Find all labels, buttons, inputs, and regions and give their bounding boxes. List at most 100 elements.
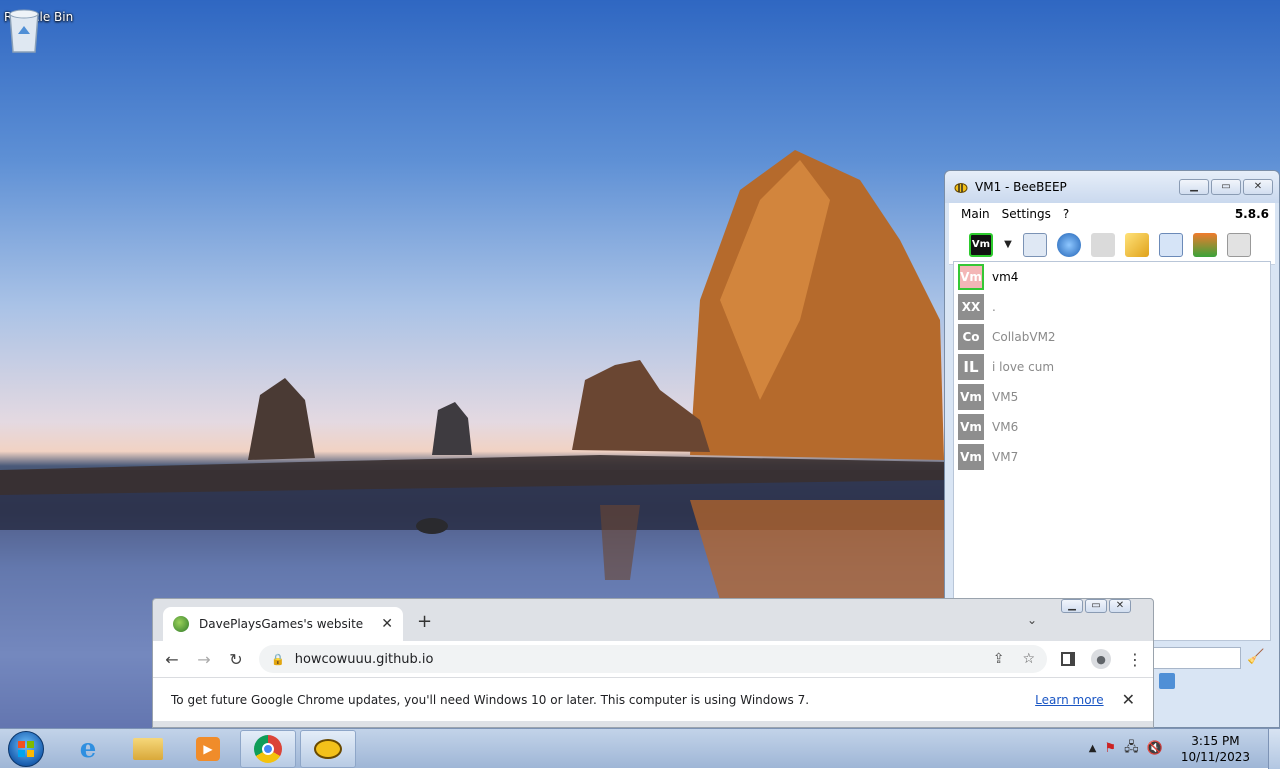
avatar: Vm xyxy=(958,384,984,410)
transfer-icon[interactable] xyxy=(1193,232,1217,257)
close-button[interactable]: ✕ xyxy=(1243,179,1273,195)
beebeep-titlebar[interactable]: VM1 - BeeBEEP ▁ ▭ ✕ xyxy=(945,171,1279,203)
maximize-button[interactable]: ▭ xyxy=(1085,599,1107,613)
avatar: XX xyxy=(958,294,984,320)
minimize-button[interactable]: ▁ xyxy=(1061,599,1083,613)
list-item[interactable]: IL i love cum xyxy=(954,352,1270,382)
avatar: Vm xyxy=(958,444,984,470)
user-name: i love cum xyxy=(992,360,1055,374)
update-infobar: To get future Google Chrome updates, you… xyxy=(153,677,1153,721)
taskbar-media-player[interactable]: ▶ xyxy=(180,730,236,768)
clock[interactable]: 3:15 PM 10/11/2023 xyxy=(1181,733,1250,765)
user-name: . xyxy=(992,300,996,314)
user-name: VM7 xyxy=(992,450,1019,464)
close-button[interactable]: ✕ xyxy=(1109,599,1131,613)
user-name: CollabVM2 xyxy=(992,330,1056,344)
share-icon[interactable]: ⇪ xyxy=(993,651,1005,667)
status-vm-icon[interactable]: Vm xyxy=(969,232,993,257)
tab-strip: DavePlaysGames's website ✕ + ⌄ ▁ ▭ ✕ xyxy=(153,599,1153,641)
address-bar[interactable]: 🔒 howcowuuu.github.io ⇪ ☆ xyxy=(259,645,1047,673)
menu-settings[interactable]: Settings xyxy=(1002,207,1051,221)
taskbar-file-explorer[interactable] xyxy=(120,730,176,768)
pencil-icon[interactable] xyxy=(1125,232,1149,257)
infobar-message: To get future Google Chrome updates, you… xyxy=(171,692,810,707)
avatar: Vm xyxy=(958,414,984,440)
profile-edit-icon[interactable] xyxy=(1023,232,1047,257)
tab-title: DavePlaysGames's website xyxy=(199,617,364,631)
volume-muted-icon[interactable]: 🔇 xyxy=(1147,741,1163,756)
globe-icon xyxy=(173,616,189,632)
bee-icon xyxy=(954,183,968,193)
user-name: vm4 xyxy=(992,270,1019,284)
close-tab-icon[interactable]: ✕ xyxy=(381,616,393,632)
more-menu-icon[interactable]: ⋮ xyxy=(1127,650,1143,669)
bee-icon xyxy=(314,738,342,759)
new-tab-button[interactable]: + xyxy=(417,611,432,632)
menu-help[interactable]: ? xyxy=(1063,207,1069,221)
show-hidden-icons-icon[interactable]: ▲ xyxy=(1089,743,1097,754)
list-item[interactable]: Co CollabVM2 xyxy=(954,322,1270,352)
list-item[interactable]: Vm vm4 xyxy=(954,262,1270,292)
toolbar: Vm ▼ xyxy=(949,225,1275,265)
learn-more-link[interactable]: Learn more xyxy=(1035,693,1103,707)
address-actions: ⇪ ☆ xyxy=(993,651,1035,667)
taskbar-internet-explorer[interactable]: e xyxy=(60,730,116,768)
list-item[interactable]: Vm VM6 xyxy=(954,412,1270,442)
user-name: VM6 xyxy=(992,420,1019,434)
send-file-icon[interactable] xyxy=(1159,673,1175,689)
chrome-icon xyxy=(254,734,282,763)
tab-search-icon[interactable]: ⌄ xyxy=(1027,613,1037,627)
action-center-flag-icon[interactable]: ⚑ xyxy=(1104,741,1116,756)
tools-icon[interactable] xyxy=(1159,232,1183,257)
menubar: Main Settings ? 5.8.6 xyxy=(949,203,1275,225)
list-item[interactable]: XX . xyxy=(954,292,1270,322)
desktop-icon-recycle-bin[interactable]: Recycle Bin xyxy=(4,6,73,53)
windows-logo-icon xyxy=(18,740,34,757)
taskbar-beebeep[interactable] xyxy=(300,729,356,768)
bookmark-star-icon[interactable]: ☆ xyxy=(1022,651,1035,667)
folder-icon xyxy=(133,737,163,760)
side-panel-icon[interactable] xyxy=(1061,652,1075,666)
browser-tab[interactable]: DavePlaysGames's website ✕ xyxy=(163,607,403,641)
maximize-button[interactable]: ▭ xyxy=(1211,179,1241,195)
home-icon[interactable] xyxy=(1091,232,1115,257)
toolbar: ← → ↻ 🔒 howcowuuu.github.io ⇪ ☆ ● ⋮ xyxy=(153,641,1153,677)
search-input[interactable] xyxy=(1153,647,1241,669)
chevron-down-icon[interactable]: ▼ xyxy=(1003,233,1013,257)
broom-icon[interactable]: 🧹 xyxy=(1247,649,1264,665)
list-item[interactable]: Vm VM5 xyxy=(954,382,1270,412)
profile-icon[interactable]: ● xyxy=(1091,649,1111,669)
browser-actions: ● ⋮ xyxy=(1061,649,1143,669)
user-name: VM5 xyxy=(992,390,1019,404)
avatar: Vm xyxy=(958,264,984,290)
taskbar-chrome[interactable] xyxy=(240,729,296,768)
url-text: howcowuuu.github.io xyxy=(294,651,434,667)
window-controls: ▁ ▭ ✕ xyxy=(1061,599,1131,613)
lock-icon: 🔒 xyxy=(271,652,285,666)
start-button[interactable] xyxy=(8,730,44,767)
version-label: 5.8.6 xyxy=(1234,207,1269,221)
internet-explorer-icon: e xyxy=(79,733,97,764)
network-icon[interactable] xyxy=(1057,232,1081,257)
avatar: Co xyxy=(958,324,984,350)
show-desktop-button[interactable] xyxy=(1268,728,1280,769)
close-infobar-icon[interactable]: ✕ xyxy=(1122,690,1135,709)
recycle-bin-icon xyxy=(9,9,39,53)
forward-icon[interactable]: → xyxy=(195,650,213,669)
user-list: Vm vm4 XX . Co CollabVM2 IL i love cum V… xyxy=(953,261,1271,641)
media-player-icon: ▶ xyxy=(196,736,220,761)
clock-time: 3:15 PM xyxy=(1191,733,1240,748)
window-title: VM1 - BeeBEEP xyxy=(975,180,1067,194)
taskbar: e ▶ ▲ ⚑ 🖧 🔇 3:15 PM 10/11/2023 xyxy=(0,728,1280,769)
avatar: IL xyxy=(958,354,984,380)
list-item[interactable]: Vm VM7 xyxy=(954,442,1270,472)
window-controls: ▁ ▭ ✕ xyxy=(1179,179,1273,195)
system-tray: ▲ ⚑ 🖧 🔇 3:15 PM 10/11/2023 xyxy=(1089,733,1260,765)
chrome-window[interactable]: DavePlaysGames's website ✕ + ⌄ ▁ ▭ ✕ ← →… xyxy=(152,598,1154,728)
reload-icon[interactable]: ↻ xyxy=(227,650,245,669)
minimize-button[interactable]: ▁ xyxy=(1179,179,1209,195)
back-icon[interactable]: ← xyxy=(163,650,181,669)
network-icon[interactable]: 🖧 xyxy=(1124,738,1139,760)
trash-icon[interactable] xyxy=(1227,232,1251,257)
menu-main[interactable]: Main xyxy=(961,207,990,221)
